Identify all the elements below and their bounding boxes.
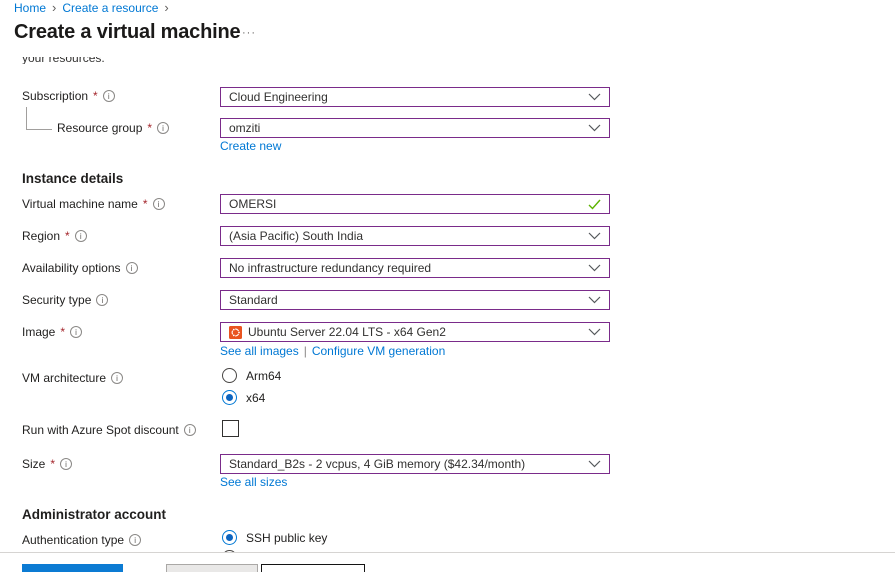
footer-bar: [0, 552, 895, 572]
administrator-account-heading: Administrator account: [22, 507, 166, 522]
vm-name-label: Virtual machine name * i: [22, 197, 165, 211]
subscription-select[interactable]: Cloud Engineering: [220, 87, 610, 107]
info-icon[interactable]: i: [103, 90, 115, 102]
radio-unselected-icon: [222, 368, 237, 383]
breadcrumb: Home › Create a resource ›: [14, 1, 169, 15]
radio-selected-icon: [222, 390, 237, 405]
page-title: Create a virtual machine: [14, 21, 240, 44]
required-asterisk: *: [93, 89, 98, 103]
breadcrumb-separator-icon: ›: [52, 2, 56, 14]
security-type-label: Security type i: [22, 293, 108, 307]
info-icon[interactable]: i: [96, 294, 108, 306]
see-all-sizes-link[interactable]: See all sizes: [220, 475, 287, 489]
info-icon[interactable]: i: [70, 326, 82, 338]
required-asterisk: *: [50, 457, 55, 471]
info-icon[interactable]: i: [129, 534, 141, 546]
availability-options-select[interactable]: No infrastructure redundancy required: [220, 258, 610, 278]
info-icon[interactable]: i: [126, 262, 138, 274]
authentication-type-label: Authentication type i: [22, 533, 141, 547]
ubuntu-logo-icon: [229, 326, 242, 339]
chevron-down-icon: [588, 232, 601, 240]
availability-options-label: Availability options i: [22, 261, 138, 275]
footer-next-button[interactable]: [261, 564, 365, 572]
configure-vm-generation-link[interactable]: Configure VM generation: [312, 344, 445, 358]
see-all-images-link[interactable]: See all images: [220, 344, 299, 358]
footer-previous-button[interactable]: [166, 564, 258, 572]
chevron-down-icon: [588, 93, 601, 101]
valid-check-icon: [588, 199, 601, 210]
arch-radio-arm64[interactable]: Arm64: [222, 368, 281, 383]
resource-group-label: Resource group * i: [57, 121, 169, 135]
required-asterisk: *: [147, 121, 152, 135]
subscription-label: Subscription * i: [22, 89, 115, 103]
instance-details-heading: Instance details: [22, 171, 123, 186]
info-icon[interactable]: i: [153, 198, 165, 210]
image-links: See all images | Configure VM generation: [220, 344, 445, 358]
info-icon[interactable]: i: [111, 372, 123, 384]
chevron-down-icon: [588, 296, 601, 304]
info-icon[interactable]: i: [157, 122, 169, 134]
create-vm-page: Home › Create a resource › Create a virt…: [0, 0, 895, 572]
breadcrumb-home-link[interactable]: Home: [14, 1, 46, 15]
radio-selected-icon: [222, 530, 237, 545]
resource-group-connector-line: [26, 107, 52, 130]
azure-spot-label: Run with Azure Spot discount i: [22, 423, 196, 437]
size-label: Size * i: [22, 457, 72, 471]
security-type-select[interactable]: Standard: [220, 290, 610, 310]
image-select[interactable]: Ubuntu Server 22.04 LTS - x64 Gen2: [220, 322, 610, 342]
arch-radio-x64[interactable]: x64: [222, 390, 265, 405]
clipped-description-text: your resources.: [22, 57, 105, 64]
info-icon[interactable]: i: [75, 230, 87, 242]
chevron-down-icon: [588, 264, 601, 272]
image-label: Image * i: [22, 325, 82, 339]
size-select[interactable]: Standard_B2s - 2 vcpus, 4 GiB memory ($4…: [220, 454, 610, 474]
info-icon[interactable]: i: [184, 424, 196, 436]
chevron-down-icon: [588, 460, 601, 468]
create-new-link[interactable]: Create new: [220, 139, 281, 153]
link-separator: |: [304, 344, 307, 358]
more-menu-icon[interactable]: ···: [242, 27, 256, 39]
auth-radio-ssh[interactable]: SSH public key: [222, 530, 327, 545]
region-select[interactable]: (Asia Pacific) South India: [220, 226, 610, 246]
breadcrumb-separator-icon: ›: [164, 2, 168, 14]
info-icon[interactable]: i: [60, 458, 72, 470]
footer-primary-button[interactable]: [22, 564, 123, 572]
required-asterisk: *: [143, 197, 148, 211]
required-asterisk: *: [60, 325, 65, 339]
breadcrumb-create-resource-link[interactable]: Create a resource: [62, 1, 158, 15]
chevron-down-icon: [588, 124, 601, 132]
azure-spot-checkbox[interactable]: [222, 420, 239, 437]
vm-architecture-label: VM architecture i: [22, 371, 123, 385]
required-asterisk: *: [65, 229, 70, 243]
resource-group-select[interactable]: omziti: [220, 118, 610, 138]
region-label: Region * i: [22, 229, 87, 243]
chevron-down-icon: [588, 328, 601, 336]
vm-name-input[interactable]: [220, 194, 610, 214]
